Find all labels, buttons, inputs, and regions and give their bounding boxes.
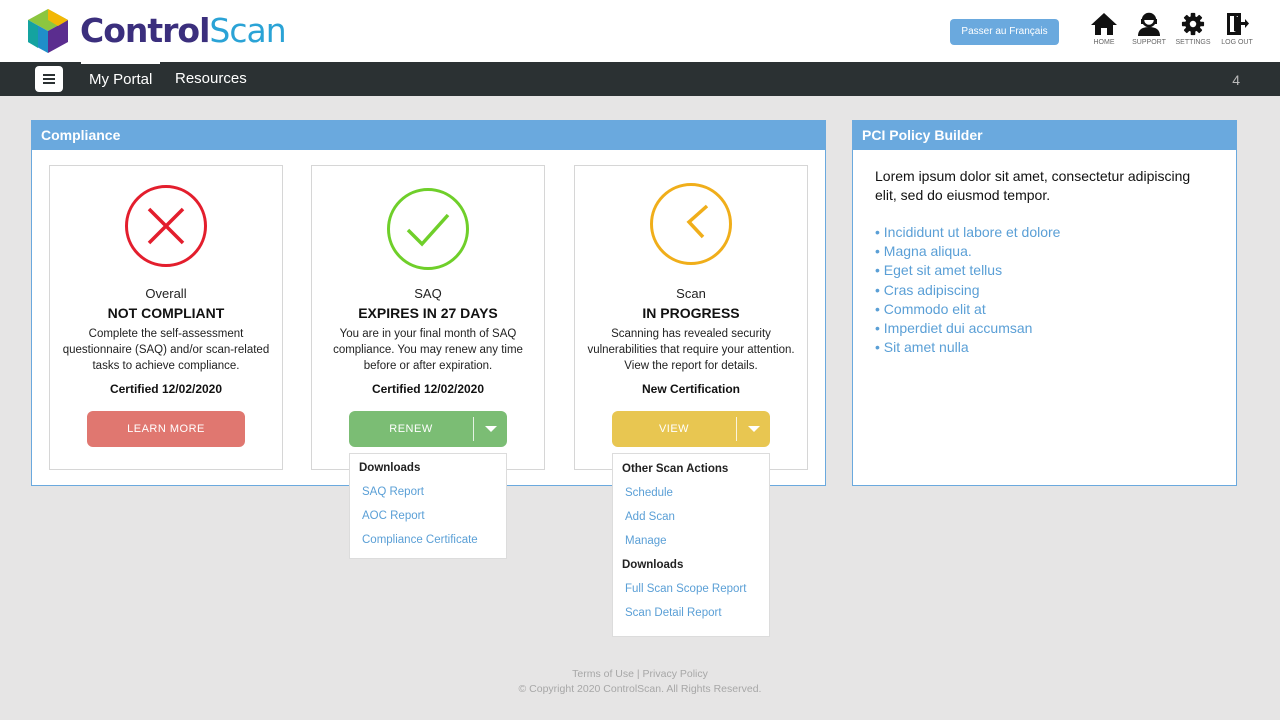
full-scan-scope-report-link[interactable]: Full Scan Scope Report (613, 577, 769, 601)
manage-link[interactable]: Manage (613, 529, 769, 553)
scan-detail-report-link[interactable]: Scan Detail Report (613, 601, 769, 625)
dropdown-heading-downloads: Downloads (622, 559, 684, 571)
settings-button[interactable]: SETTINGS (1173, 12, 1213, 46)
view-dropdown-toggle[interactable] (737, 411, 770, 447)
hamburger-icon-bar (43, 78, 55, 80)
card-certification: Certified 12/02/2020 (371, 382, 485, 396)
gear-icon (1181, 12, 1205, 36)
logout-label: LOG OUT (1221, 39, 1253, 46)
pci-list-item[interactable]: Incididunt ut labore et dolore (875, 223, 1214, 242)
saq-report-link[interactable]: SAQ Report (350, 480, 506, 504)
logout-button[interactable]: LOG OUT (1217, 12, 1257, 46)
main-navbar: My Portal Resources 4 (0, 62, 1280, 96)
x-circle-icon (125, 185, 207, 267)
card-description: You are in your final month of SAQ compl… (333, 328, 523, 372)
dropdown-heading-downloads: Downloads (359, 462, 421, 474)
page-footer: Terms of Use | Privacy Policy © Copyrigh… (0, 667, 1280, 697)
renew-dropdown-toggle[interactable] (474, 411, 507, 447)
card-category: Scan (676, 286, 706, 301)
pci-item-list: Incididunt ut labore et dolore Magna ali… (875, 223, 1214, 357)
clock-icon (650, 183, 732, 265)
card-certification: Certified 12/02/2020 (109, 382, 223, 396)
footer-links: Terms of Use | Privacy Policy (0, 667, 1280, 682)
tab-my-portal[interactable]: My Portal (81, 62, 161, 96)
settings-label: SETTINGS (1175, 39, 1211, 46)
pci-intro-text: Lorem ipsum dolor sit amet, consectetur … (875, 168, 1191, 203)
saq-status-card: SAQ EXPIRES IN 27 DAYS You are in your f… (311, 165, 545, 470)
logo-word-control: Control (80, 11, 210, 50)
caret-down-icon (484, 425, 497, 432)
controlscan-logo[interactable]: ControlScan (26, 8, 287, 54)
saq-dropdown-menu: Downloads SAQ Report AOC Report Complian… (349, 453, 507, 559)
compliance-certificate-link[interactable]: Compliance Certificate (350, 528, 506, 552)
support-label: SUPPORT (1132, 39, 1166, 46)
overall-status-card: Overall NOT COMPLIANT Complete the self-… (49, 165, 283, 470)
logo-mark-icon (28, 9, 68, 53)
hamburger-icon-bar (43, 82, 55, 84)
hamburger-icon-bar (43, 74, 55, 76)
card-category: Overall (145, 286, 187, 301)
copyright-text: © Copyright 2020 ControlScan. All Rights… (518, 683, 762, 695)
terms-of-use-link[interactable]: Terms of Use (572, 668, 634, 680)
footer-separator: | (633, 668, 643, 680)
view-button[interactable]: VIEW (612, 411, 736, 447)
renew-button[interactable]: RENEW (349, 411, 473, 447)
home-button[interactable]: HOME (1084, 12, 1124, 46)
language-toggle-button[interactable]: Passer au Français (950, 19, 1059, 45)
support-agent-icon (1138, 12, 1160, 36)
pci-list-item[interactable]: Sit amet nulla (875, 338, 1214, 357)
scan-status-card: Scan IN PROGRESS Scanning has revealed s… (574, 165, 808, 470)
pci-list-item[interactable]: Imperdiet dui accumsan (875, 319, 1214, 338)
logout-icon (1227, 13, 1249, 35)
hamburger-menu-button[interactable] (35, 66, 63, 92)
card-status: EXPIRES IN 27 DAYS (358, 305, 498, 321)
pci-policy-builder-panel: PCI Policy Builder Lorem ipsum dolor sit… (852, 120, 1237, 486)
privacy-policy-link[interactable]: Privacy Policy (643, 668, 708, 680)
dropdown-heading-other-scan-actions: Other Scan Actions (622, 463, 729, 475)
caret-down-icon (747, 425, 760, 432)
schedule-link[interactable]: Schedule (613, 481, 769, 505)
logo-word-scan: Scan (209, 11, 286, 50)
card-status: NOT COMPLIANT (107, 305, 225, 321)
home-label: HOME (1093, 39, 1115, 46)
pci-list-item[interactable]: Cras adipiscing (875, 281, 1214, 300)
tab-resources[interactable]: Resources (167, 62, 255, 96)
card-status: IN PROGRESS (642, 305, 740, 321)
pci-list-item[interactable]: Commodo elit at (875, 300, 1214, 319)
logo-wordmark: ControlScan (80, 8, 287, 54)
renew-split-button[interactable]: RENEW (349, 411, 507, 447)
learn-more-button[interactable]: LEARN MORE (87, 411, 245, 447)
pci-list-item[interactable]: Eget sit amet tellus (875, 261, 1214, 280)
scan-dropdown-menu: Other Scan Actions Schedule Add Scan Man… (612, 453, 770, 637)
compliance-panel-title: Compliance (32, 121, 825, 150)
support-button[interactable]: SUPPORT (1129, 12, 1169, 46)
compliance-panel: Compliance Overall NOT COMPLIANT Complet… (31, 120, 826, 486)
pci-list-item[interactable]: Magna aliqua. (875, 242, 1214, 261)
pci-panel-title: PCI Policy Builder (853, 121, 1236, 150)
top-header: ControlScan Passer au Français HOME SUPP… (0, 0, 1280, 62)
card-category: SAQ (414, 286, 442, 301)
home-icon (1091, 13, 1117, 35)
add-scan-link[interactable]: Add Scan (613, 505, 769, 529)
card-description: Complete the self-assessment questionnai… (62, 328, 270, 372)
view-split-button[interactable]: VIEW (612, 411, 770, 447)
card-certification: New Certification (641, 382, 740, 396)
card-description: Scanning has revealed security vulnerabi… (587, 328, 795, 372)
notification-count: 4 (1232, 72, 1240, 88)
aoc-report-link[interactable]: AOC Report (350, 504, 506, 528)
check-circle-icon (387, 188, 469, 270)
